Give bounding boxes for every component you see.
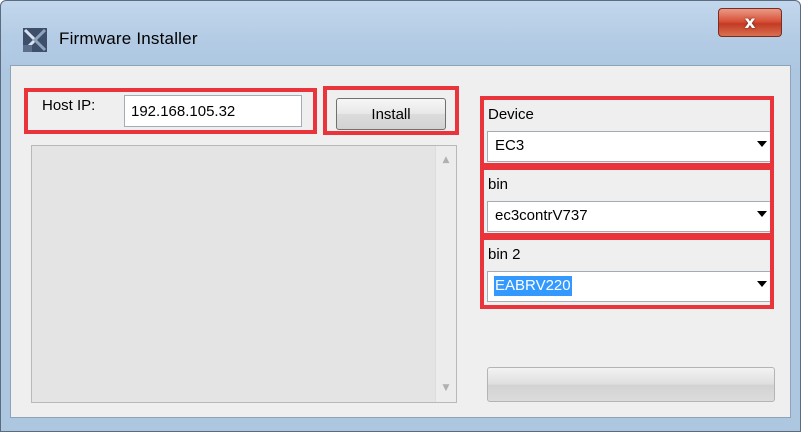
scroll-down-icon[interactable]: ▼	[436, 379, 456, 397]
log-scrollbar[interactable]: ▲ ▼	[435, 146, 456, 402]
scroll-up-icon[interactable]: ▲	[436, 151, 456, 169]
close-button[interactable]: x	[718, 8, 782, 37]
device-label: Device	[488, 106, 534, 123]
title-bar[interactable]: Firmware Installer x	[1, 1, 800, 63]
firmware-installer-window: Firmware Installer x Host IP: Install ▲ …	[0, 0, 801, 432]
bin-select[interactable]: ec3contrV737	[487, 201, 774, 232]
bin2-select-value: EABRV220	[494, 276, 572, 296]
install-button[interactable]: Install	[336, 98, 446, 130]
bin2-label: bin 2	[488, 246, 521, 263]
install-button-label: Install	[371, 105, 411, 123]
app-logo-icon	[23, 28, 47, 52]
host-ip-input[interactable]	[124, 95, 302, 127]
bin-label: bin	[488, 176, 509, 193]
bin2-select[interactable]: EABRV220	[487, 271, 774, 302]
device-select-value: EC3	[495, 137, 525, 154]
install-progress-bar	[487, 367, 775, 402]
chevron-down-icon[interactable]	[757, 211, 767, 217]
device-select[interactable]: EC3	[487, 131, 774, 162]
client-area: Host IP: Install ▲ ▼ Device EC3 bin ec3c…	[10, 65, 791, 418]
chevron-down-icon[interactable]	[757, 141, 767, 147]
bin-select-value: ec3contrV737	[495, 207, 588, 224]
close-icon: x	[744, 12, 756, 33]
window-title: Firmware Installer	[59, 29, 198, 48]
host-ip-label: Host IP:	[42, 97, 96, 114]
log-output-area[interactable]: ▲ ▼	[31, 145, 457, 403]
chevron-down-icon[interactable]	[757, 281, 767, 287]
